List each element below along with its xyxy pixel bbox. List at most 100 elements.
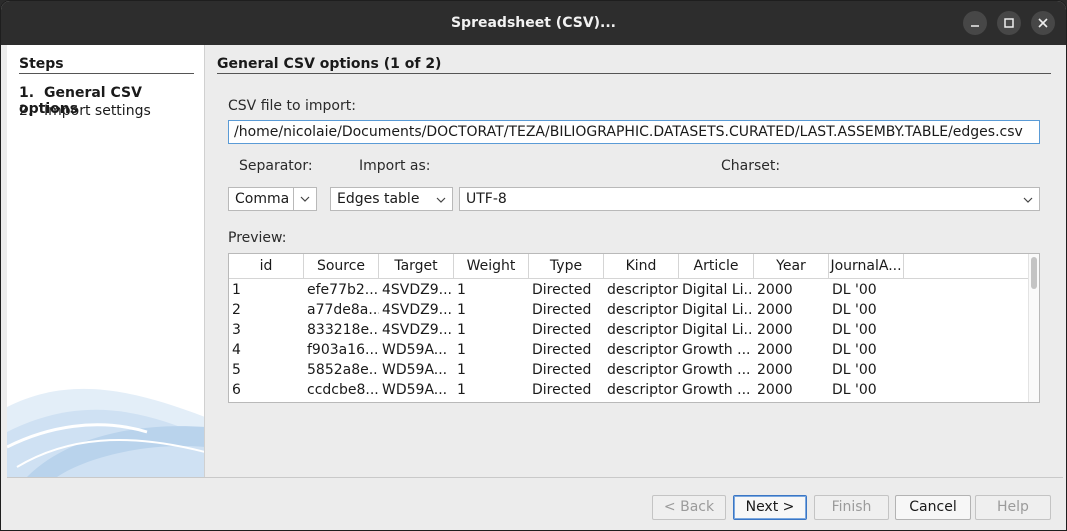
table-cell: 1 [457,362,466,378]
column-header[interactable]: Kind [604,254,679,279]
close-icon [1038,18,1048,28]
table-cell: 1 [457,302,466,318]
csv-file-path-field[interactable]: /home/nicolaie/Documents/DOCTORAT/TEZA/B… [228,120,1040,144]
table-row[interactable]: 2 a77de8a... 4SVDZ9... 1 Directed descri… [229,300,1029,320]
preview-label: Preview: [228,230,287,246]
minimize-icon [971,25,979,27]
minimize-button[interactable] [963,11,987,35]
table-cell: Directed [532,282,592,298]
table-cell: WD59A... [382,362,448,378]
finish-button[interactable]: Finish [814,495,889,520]
section-title: General CSV options (1 of 2) [217,56,442,72]
table-row[interactable]: 4 f903a16... WD59A... 1 Directed descrip… [229,340,1029,360]
table-cell: efe77b2... [307,282,379,298]
column-header[interactable]: Weight [454,254,529,279]
preview-rows: 1 efe77b2... 4SVDZ9... 1 Directed descri… [229,280,1029,400]
column-header[interactable]: Type [529,254,604,279]
table-cell: 2000 [757,282,793,298]
column-header[interactable]: Year [754,254,829,279]
step-import-settings: 2. Import settings [19,103,151,119]
chevron-down-icon [436,197,446,203]
table-cell: 2000 [757,362,793,378]
csv-file-label: CSV file to import: [228,98,356,114]
table-cell: 2000 [757,342,793,358]
table-cell: descriptor [607,362,678,378]
table-cell: 5852a8e... [307,362,379,378]
close-button[interactable] [1031,11,1055,35]
table-cell: Growth ... [682,362,751,378]
table-cell: DL '00 [832,302,877,318]
table-row[interactable]: 3 833218e... 4SVDZ9... 1 Directed descri… [229,320,1029,340]
table-cell: 5 [232,362,241,378]
maximize-button[interactable] [997,11,1021,35]
column-header[interactable]: Target [379,254,454,279]
table-cell: 2000 [757,382,793,398]
separator-dropdown-button[interactable] [294,187,317,211]
next-button[interactable]: Next > [733,495,807,520]
table-cell: Digital Li... [682,282,754,298]
csv-import-dialog: Spreadsheet (CSV)... Steps 1. General CSV… [0,0,1067,531]
table-cell: 4SVDZ9... [382,322,452,338]
table-row[interactable]: 5 5852a8e... WD59A... 1 Directed descrip… [229,360,1029,380]
chevron-down-icon [300,196,310,202]
separator-label: Separator: [239,158,313,174]
preview-vertical-scrollbar[interactable] [1028,254,1039,402]
separator-value: Comma [235,191,290,207]
column-header[interactable]: id [229,254,304,279]
charset-label: Charset: [721,158,781,174]
separator-combobox[interactable]: Comma [228,187,294,211]
table-cell: Digital Li... [682,302,754,318]
table-cell: 3 [232,322,241,338]
table-cell: DL '00 [832,382,877,398]
table-cell: 2000 [757,302,793,318]
column-header[interactable]: JournalA... [829,254,904,279]
table-cell: Directed [532,362,592,378]
column-header[interactable]: Article [679,254,754,279]
table-cell: Growth ... [682,382,751,398]
table-cell: WD59A... [382,342,448,358]
column-header[interactable]: Source [304,254,379,279]
table-cell: descriptor [607,282,678,298]
table-cell: Directed [532,322,592,338]
step-number: 1. [19,85,35,101]
help-button[interactable]: Help [975,495,1051,520]
scrollbar-thumb[interactable] [1031,257,1037,289]
table-cell: 1 [457,342,466,358]
preview-table[interactable]: id Source Target Weight Type Kind Articl… [228,253,1040,403]
decorative-swoosh-graphic [7,388,204,477]
main-panel: General CSV options (1 of 2) CSV file to… [205,45,1063,477]
steps-heading: Steps [19,56,64,72]
import-as-value: Edges table [337,191,420,207]
table-cell: 833218e... [307,322,379,338]
table-cell: Directed [532,342,592,358]
back-button[interactable]: < Back [652,495,726,520]
table-cell: 2 [232,302,241,318]
table-cell: descriptor [607,322,678,338]
table-cell: 4SVDZ9... [382,282,452,298]
maximize-icon [1004,18,1014,28]
table-cell: f903a16... [307,342,379,358]
chevron-down-icon [1023,197,1033,203]
table-cell: descriptor [607,382,678,398]
table-row[interactable]: 1 efe77b2... 4SVDZ9... 1 Directed descri… [229,280,1029,300]
table-row[interactable]: 6 ccdcbe8... WD59A... 1 Directed descrip… [229,380,1029,400]
table-cell: WD59A... [382,382,448,398]
table-cell: ccdcbe8... [307,382,379,398]
table-cell: descriptor [607,342,678,358]
dialog-footer: < Back Next > Finish Cancel Help [7,477,1063,530]
section-divider [217,73,1051,74]
steps-sidebar: Steps 1. General CSV options 2. Import set… [7,45,205,477]
table-cell: Growth ... [682,342,751,358]
step-number: 2. [19,103,33,119]
table-cell: DL '00 [832,282,877,298]
import-as-label: Import as: [359,158,431,174]
charset-select[interactable]: UTF-8 [459,187,1040,211]
table-cell: 4 [232,342,241,358]
table-cell: Digital Li... [682,322,754,338]
table-cell: DL '00 [832,322,877,338]
import-as-select[interactable]: Edges table [330,187,453,211]
table-cell: descriptor [607,302,678,318]
preview-header-row: id Source Target Weight Type Kind Articl… [229,254,1029,279]
cancel-button[interactable]: Cancel [895,495,971,520]
table-cell: 4SVDZ9... [382,302,452,318]
